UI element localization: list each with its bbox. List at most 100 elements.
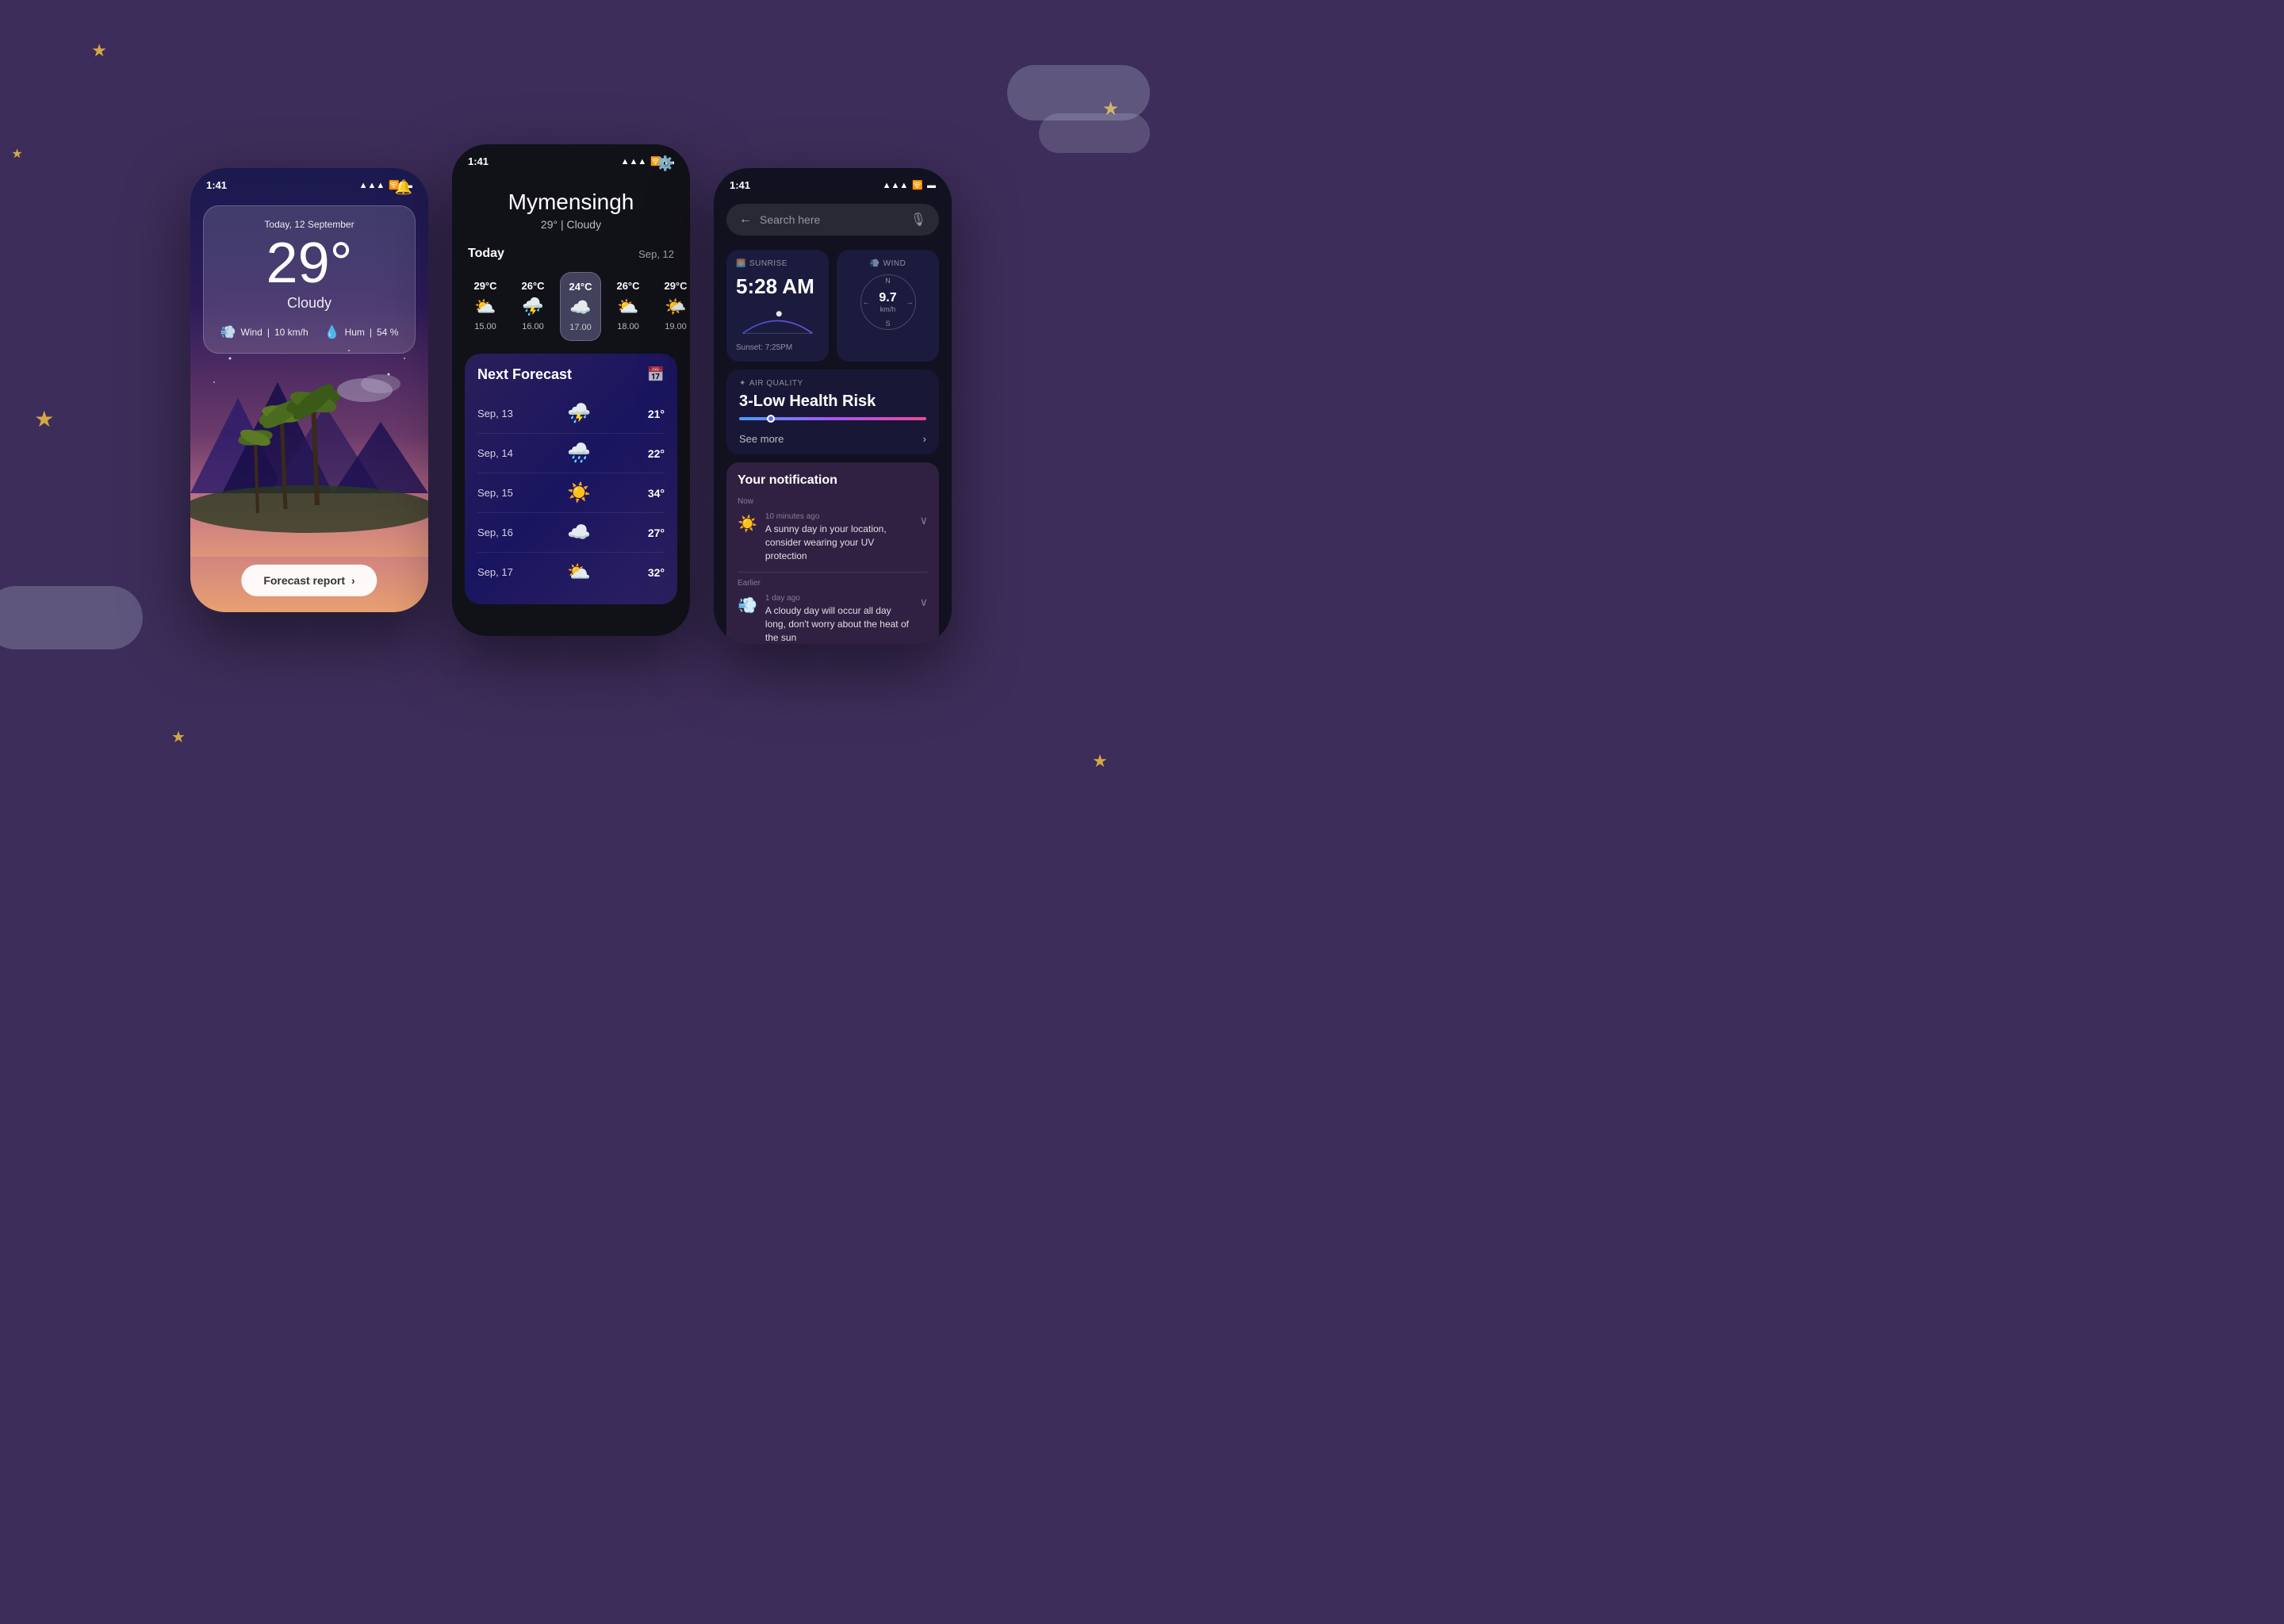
forecast-report-button[interactable]: Forecast report › bbox=[241, 565, 377, 596]
hour-item-2-active[interactable]: 24°C ☁️ 17.00 bbox=[560, 272, 601, 341]
phone2-status-bar: 1:41 ▲▲▲ 🛜 ▬ bbox=[452, 144, 690, 174]
sunrise-card: 🌅 SUNRISE 5:28 AM Sunset: 7:25PM bbox=[726, 250, 829, 362]
notif-content-1: 1 day ago A cloudy day will occur all da… bbox=[765, 594, 912, 644]
hour-temp-0: 29°C bbox=[473, 280, 496, 292]
compass-west: ← bbox=[863, 298, 870, 306]
forecast-icon-3: ☁️ bbox=[567, 521, 591, 544]
notif-icon-0: ☀️ bbox=[738, 514, 757, 534]
sunrise-arc-chart bbox=[736, 307, 819, 335]
forecast-row-1: Sep, 14 🌧️ 22° bbox=[477, 434, 665, 473]
star-decoration-4: ★ bbox=[171, 727, 186, 747]
forecast-date-2: Sep, 15 bbox=[477, 487, 525, 499]
notification-item-0: ☀️ 10 minutes ago A sunny day in your lo… bbox=[738, 512, 928, 562]
notification-panel: Your notification Now ☀️ 10 minutes ago … bbox=[726, 462, 939, 644]
microphone-icon[interactable]: 🎙 bbox=[910, 212, 926, 228]
hour-item-1: 26°C ⛈️ 16.00 bbox=[512, 272, 554, 341]
phones-container: 1:41 ▲▲▲ 🛜 ▬ 🔔 Today, 12 September 29° C… bbox=[190, 168, 952, 644]
phone3-wifi-icon: 🛜 bbox=[912, 180, 923, 190]
compass-south: S bbox=[885, 320, 890, 327]
hour-icon-3: ⛅ bbox=[617, 297, 638, 317]
hour-item-3: 26°C ⛅ 18.00 bbox=[607, 272, 649, 341]
forecast-temp-0: 21° bbox=[633, 408, 665, 420]
search-bar[interactable]: ← Search here 🎙 bbox=[726, 204, 939, 236]
sunset-text: Sunset: 7:25PM bbox=[736, 343, 819, 352]
phone2-date: Sep, 12 bbox=[638, 248, 674, 260]
settings-gear-icon[interactable]: ⚙️ bbox=[657, 155, 674, 172]
notification-earlier-label: Earlier bbox=[738, 579, 928, 588]
forecast-temp-1: 22° bbox=[633, 447, 665, 460]
phone2-city: Mymensingh bbox=[452, 190, 690, 215]
phone2-today-header: Today Sep, 12 bbox=[452, 247, 690, 261]
next-forecast-title: Next Forecast bbox=[477, 366, 572, 383]
notification-bell-icon[interactable]: 🔔 bbox=[395, 179, 412, 196]
phone3-battery-icon: ▬ bbox=[927, 181, 936, 190]
phone1-signal-icon: ▲▲▲ bbox=[359, 181, 385, 190]
phone1-temperature: 29° bbox=[217, 235, 402, 292]
compass-speed-display: 9.7 km/h bbox=[879, 291, 896, 313]
forecast-row-4: Sep, 17 ⛅ 32° bbox=[477, 553, 665, 592]
compass-north: N bbox=[885, 277, 891, 285]
calendar-icon[interactable]: 📅 bbox=[647, 366, 665, 383]
forecast-report-label: Forecast report bbox=[263, 574, 345, 587]
forecast-icon-1: 🌧️ bbox=[567, 442, 591, 465]
wind-card: 💨 WIND N S → ← 9.7 km/h bbox=[837, 250, 939, 362]
phone2-next-forecast: Next Forecast 📅 Sep, 13 ⛈️ 21° Sep, 14 🌧… bbox=[465, 354, 677, 604]
notif-time-1: 1 day ago bbox=[765, 594, 912, 603]
phone2-signal-icon: ▲▲▲ bbox=[621, 157, 647, 167]
notif-text-0: A sunny day in your location, consider w… bbox=[765, 523, 912, 562]
wind-speed-unit: km/h bbox=[879, 305, 896, 313]
forecast-icon-0: ⛈️ bbox=[567, 402, 591, 425]
hour-temp-4: 29°C bbox=[664, 280, 687, 292]
forecast-row-3: Sep, 16 ☁️ 27° bbox=[477, 513, 665, 553]
wind-speed-value: 9.7 bbox=[879, 291, 896, 305]
see-more-chevron-icon: › bbox=[923, 433, 926, 445]
forecast-temp-3: 27° bbox=[633, 527, 665, 539]
sunrise-card-title: 🌅 SUNRISE bbox=[736, 259, 819, 268]
hour-item-0: 29°C ⛅ 15.00 bbox=[465, 272, 506, 341]
hour-icon-4: 🌤️ bbox=[665, 297, 686, 317]
air-quality-see-more[interactable]: See more › bbox=[739, 427, 926, 445]
air-quality-title: ✦ AIR QUALITY bbox=[739, 379, 926, 388]
see-more-label: See more bbox=[739, 433, 784, 445]
phone1-condition: Cloudy bbox=[217, 295, 402, 312]
forecast-arrow-icon: › bbox=[351, 574, 355, 587]
air-quality-value: 3-Low Health Risk bbox=[739, 393, 926, 411]
phone3-info-cards: 🌅 SUNRISE 5:28 AM Sunset: 7:25PM bbox=[714, 242, 952, 370]
back-arrow-icon[interactable]: ← bbox=[739, 213, 752, 227]
phone-3: 1:41 ▲▲▲ 🛜 ▬ ← Search here 🎙 🌅 SUNRISE 5… bbox=[714, 168, 952, 644]
compass-east: → bbox=[906, 298, 914, 306]
phone-2: 1:41 ▲▲▲ 🛜 ▬ ⚙️ Mymensingh 29° | Cloudy … bbox=[452, 144, 690, 636]
phone3-status-icons: ▲▲▲ 🛜 ▬ bbox=[883, 180, 936, 190]
hour-time-2: 17.00 bbox=[569, 323, 592, 332]
cloud-right-2 bbox=[1039, 113, 1150, 153]
notif-time-0: 10 minutes ago bbox=[765, 512, 912, 521]
notification-now-label: Now bbox=[738, 497, 928, 506]
phone2-hourly-scroll[interactable]: 29°C ⛅ 15.00 26°C ⛈️ 16.00 24°C ☁️ 17.00… bbox=[452, 272, 690, 341]
phone1-time: 1:41 bbox=[206, 179, 227, 191]
wind-card-title: 💨 WIND bbox=[870, 259, 906, 268]
forecast-date-0: Sep, 13 bbox=[477, 408, 525, 419]
wind-icon-card: 💨 bbox=[870, 259, 880, 268]
forecast-icon-4: ⛅ bbox=[567, 561, 591, 584]
forecast-temp-4: 32° bbox=[633, 566, 665, 579]
notif-chevron-1[interactable]: ∨ bbox=[920, 596, 928, 609]
forecast-temp-2: 34° bbox=[633, 487, 665, 500]
phone3-signal-icon: ▲▲▲ bbox=[883, 181, 909, 190]
hour-temp-2: 24°C bbox=[569, 281, 592, 293]
forecast-row-0: Sep, 13 ⛈️ 21° bbox=[477, 394, 665, 434]
phone2-today-label: Today bbox=[468, 247, 504, 261]
forecast-date-3: Sep, 16 bbox=[477, 527, 525, 538]
hour-temp-3: 26°C bbox=[616, 280, 639, 292]
next-forecast-header: Next Forecast 📅 bbox=[477, 366, 665, 383]
phone-1: 1:41 ▲▲▲ 🛜 ▬ 🔔 Today, 12 September 29° C… bbox=[190, 168, 428, 612]
forecast-date-1: Sep, 14 bbox=[477, 447, 525, 459]
notif-chevron-0[interactable]: ∨ bbox=[920, 514, 928, 527]
hour-icon-2: ☁️ bbox=[569, 297, 591, 318]
phone2-time: 1:41 bbox=[468, 155, 489, 167]
phone1-status-bar: 1:41 ▲▲▲ 🛜 ▬ bbox=[190, 168, 428, 197]
wind-compass: N S → ← 9.7 km/h bbox=[860, 274, 916, 330]
sunrise-time: 5:28 AM bbox=[736, 274, 819, 299]
notif-divider-1 bbox=[738, 572, 928, 573]
hour-time-3: 18.00 bbox=[617, 322, 639, 331]
air-quality-indicator bbox=[767, 415, 775, 423]
